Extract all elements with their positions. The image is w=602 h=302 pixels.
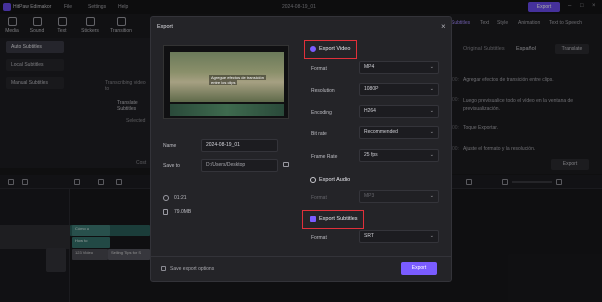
bitrate-label: Bit rate xyxy=(311,131,327,137)
save-to-label: Save to xyxy=(163,163,180,169)
duration-value: 01:21 xyxy=(174,195,187,201)
file-size-value: 79.0MB xyxy=(174,209,192,215)
save-options-checkbox[interactable] xyxy=(161,266,166,271)
dialog-divider xyxy=(150,256,452,257)
save-options-label: Save export options xyxy=(170,266,215,272)
folder-icon[interactable] xyxy=(283,162,289,167)
chevron-down-icon: ⌄ xyxy=(429,86,434,92)
video-preview: Agregue efectos de transición entre los … xyxy=(163,45,289,119)
bitrate-select[interactable]: Recommended ⌄ xyxy=(359,126,439,139)
chevron-down-icon: ⌄ xyxy=(429,129,434,135)
encoding-label: Encoding xyxy=(311,110,332,116)
preview-caption: entre los clips xyxy=(209,80,238,85)
audio-format-select: MP3 ⌄ xyxy=(359,190,439,203)
save-path-input[interactable]: D:/Users/Desktop xyxy=(201,159,278,172)
export-video-label: Export Video xyxy=(319,46,351,52)
format-label: Format xyxy=(311,66,327,72)
chevron-down-icon: ⌄ xyxy=(429,193,434,199)
chevron-down-icon: ⌄ xyxy=(429,108,434,114)
frame-rate-label: Frame Rate xyxy=(311,154,338,160)
chevron-down-icon: ⌄ xyxy=(429,64,434,70)
file-size-icon xyxy=(163,209,168,215)
export-subtitles-checkbox[interactable] xyxy=(310,216,316,222)
clock-icon xyxy=(163,195,169,201)
frame-rate-select[interactable]: 25 fps ⌄ xyxy=(359,149,439,162)
chevron-down-icon: ⌄ xyxy=(429,152,434,158)
export-audio-radio[interactable] xyxy=(310,177,316,183)
dialog-title: Export xyxy=(157,24,173,30)
format-select[interactable]: MP4 ⌄ xyxy=(359,61,439,74)
preview-filmstrip xyxy=(170,104,284,116)
subtitle-format-select[interactable]: SRT ⌄ xyxy=(359,230,439,243)
name-label: Name xyxy=(163,143,177,149)
export-button[interactable]: Export xyxy=(401,262,437,275)
resolution-select[interactable]: 1080P ⌄ xyxy=(359,83,439,96)
export-video-radio[interactable] xyxy=(310,46,316,52)
chevron-down-icon: ⌄ xyxy=(429,233,434,239)
resolution-label: Resolution xyxy=(311,88,335,94)
subtitle-format-label: Format xyxy=(311,235,327,241)
export-audio-label: Export Audio xyxy=(319,177,351,183)
close-icon[interactable]: × xyxy=(441,22,446,31)
name-input[interactable]: 2024-08-19_01 xyxy=(201,139,278,152)
audio-format-label: Format xyxy=(311,195,327,201)
encoding-select[interactable]: H264 ⌄ xyxy=(359,105,439,118)
export-subtitles-label: Export Subtitles xyxy=(319,216,358,222)
